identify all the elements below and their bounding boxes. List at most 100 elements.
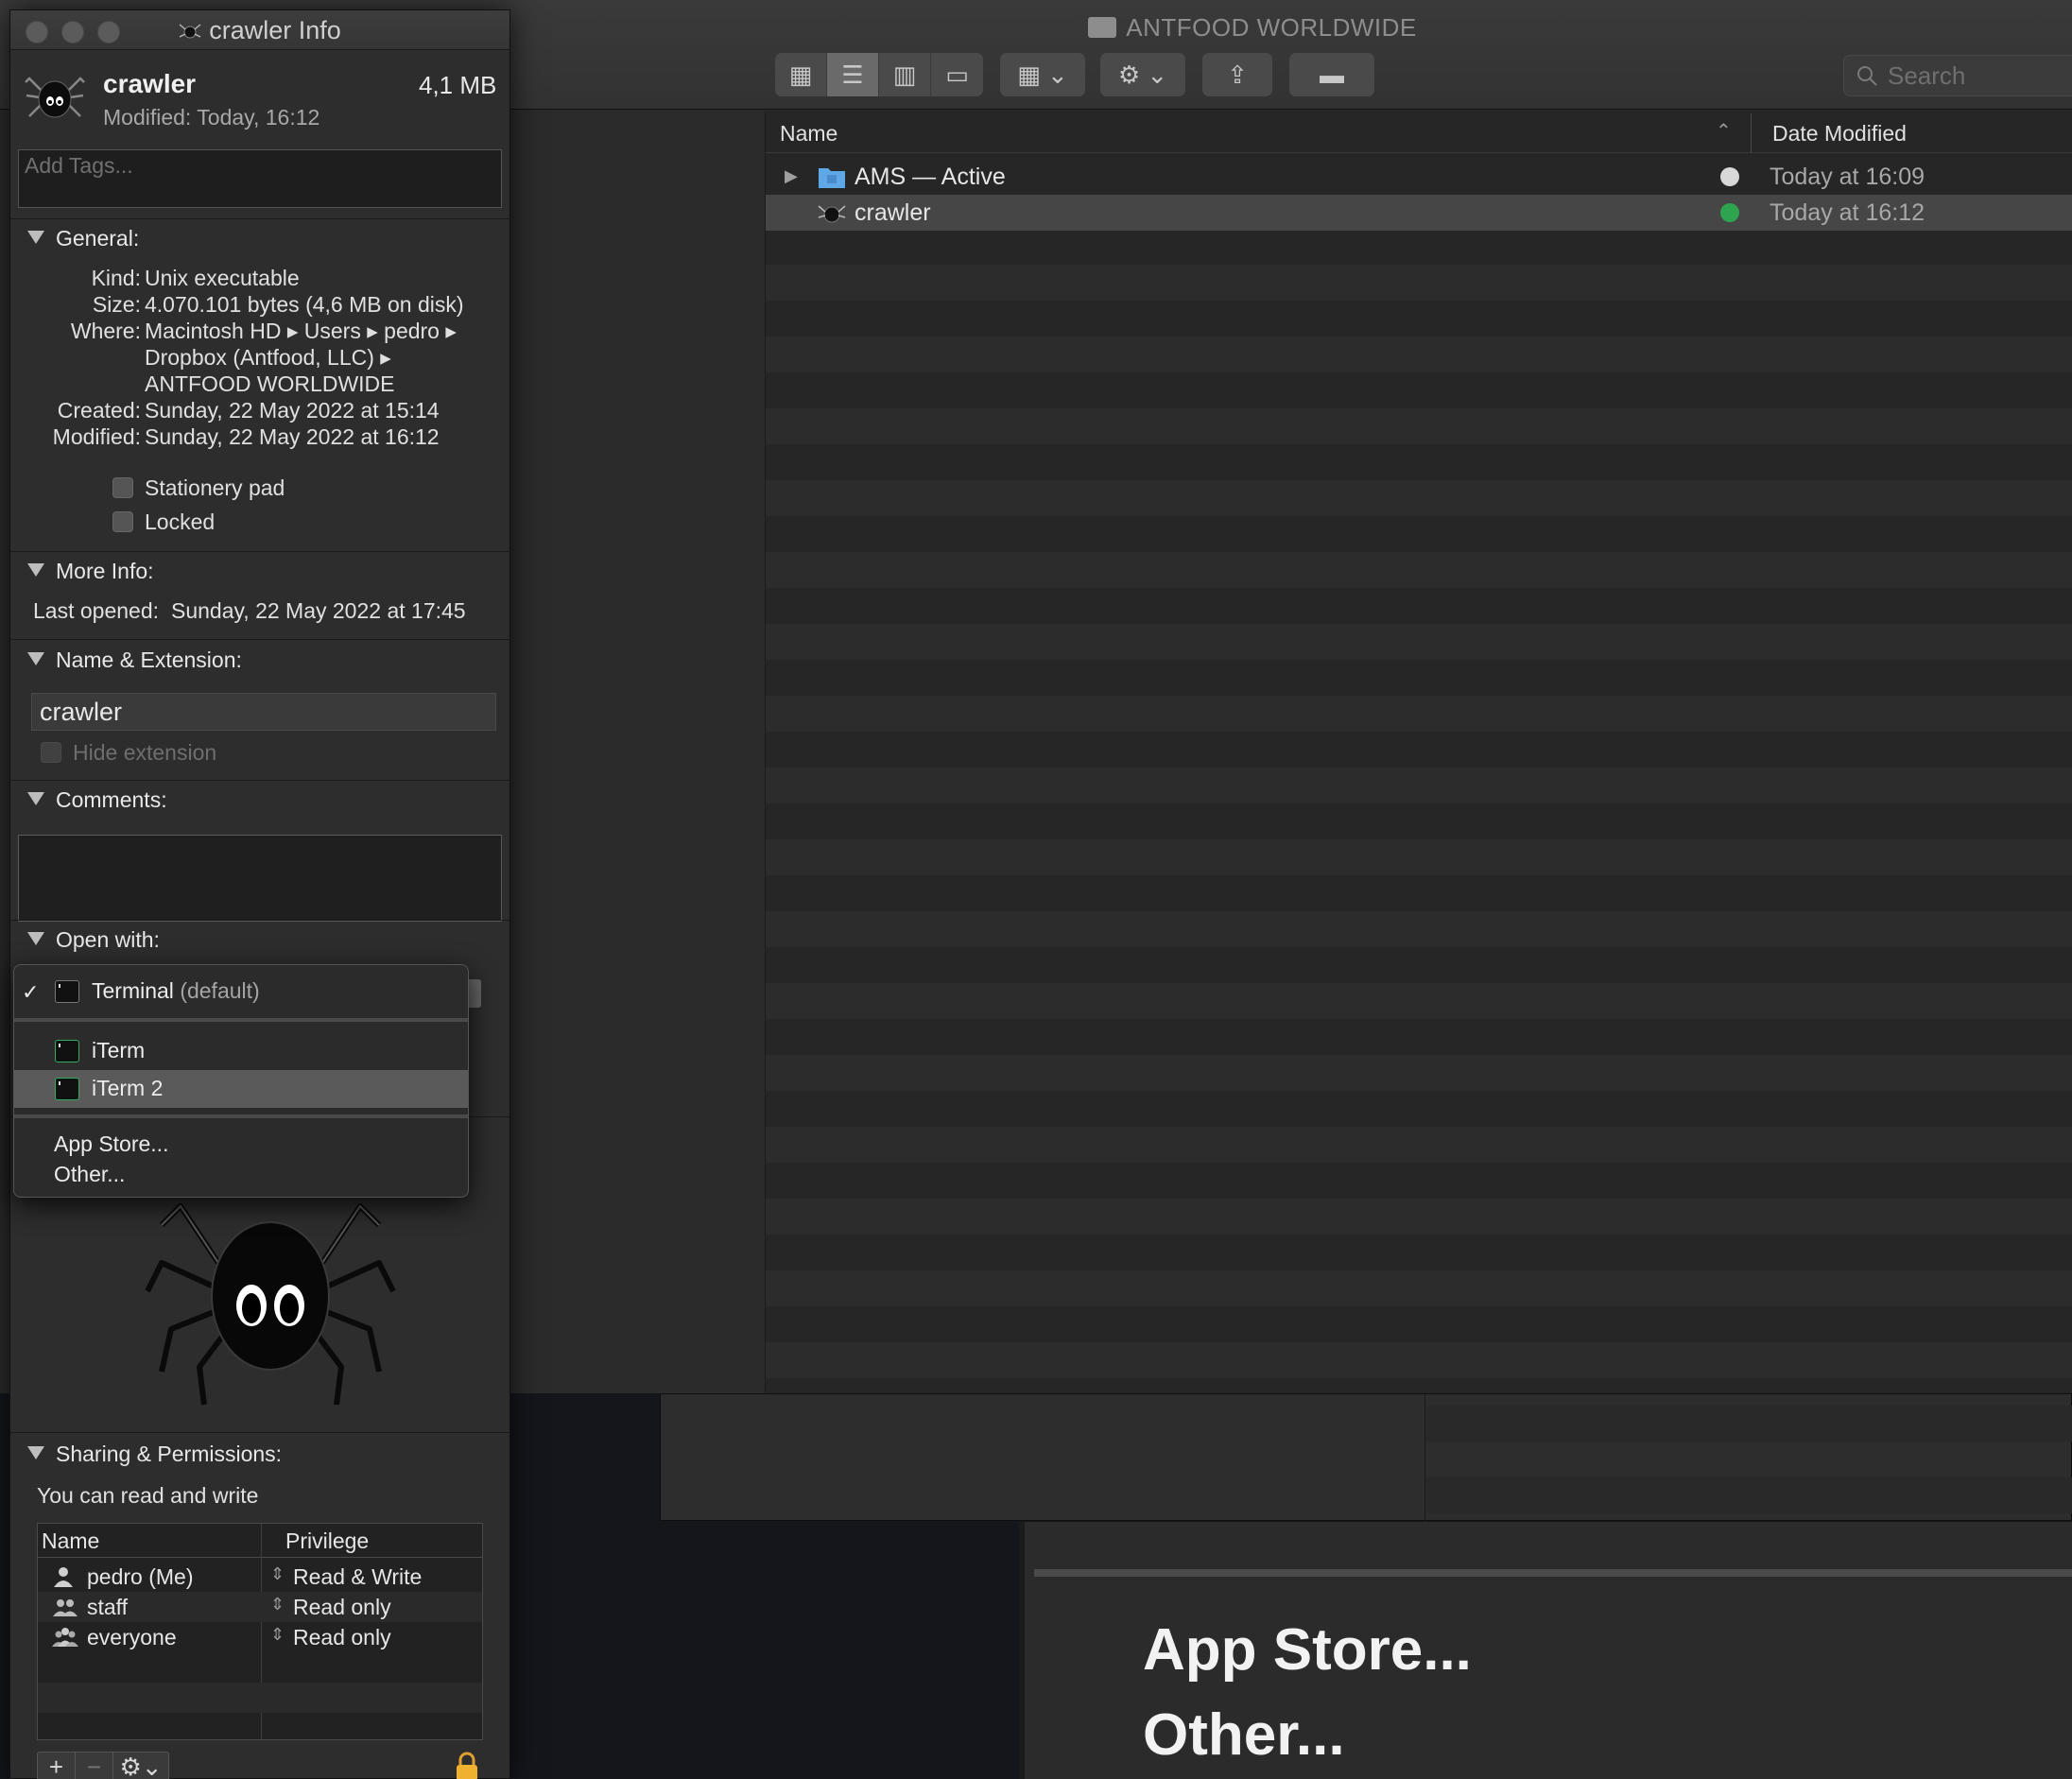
menu-item-other[interactable]: Other...: [14, 1158, 468, 1190]
icon-view-button[interactable]: ▦: [775, 53, 827, 96]
menu-separator: [1034, 1569, 2072, 1577]
permission-status: You can read and write: [37, 1483, 259, 1508]
file-row[interactable]: ▶ AMS — Active Today at 16:09: [766, 159, 2072, 195]
list-stripe: [766, 983, 2072, 1019]
section-more-info-header[interactable]: More Info:: [27, 559, 154, 584]
column-date-header[interactable]: Date Modified: [1772, 121, 1907, 147]
list-stripe: [1425, 1477, 2072, 1513]
permission-row[interactable]: pedro (Me) ⇕ Read & Write: [38, 1562, 482, 1592]
file-name: crawler: [855, 199, 931, 226]
size-value: 4.070.101 bytes (4,6 MB on disk): [145, 292, 464, 317]
comments-textarea[interactable]: [18, 835, 502, 922]
stepper-icon[interactable]: ⇕: [270, 1595, 285, 1615]
disclosure-triangle-icon[interactable]: ▶: [785, 166, 798, 186]
gallery-view-button[interactable]: ▭: [931, 53, 983, 96]
add-permission-button[interactable]: +: [38, 1753, 76, 1779]
list-stripe: [766, 911, 2072, 947]
section-divider: [10, 920, 509, 921]
search-icon: [1857, 66, 1877, 86]
permission-user-name: staff: [87, 1595, 129, 1619]
permission-privilege[interactable]: Read only: [293, 1595, 391, 1620]
menu-item-terminal[interactable]: ✓ Terminal (default): [14, 973, 468, 1010]
section-general-header[interactable]: General:: [27, 226, 139, 251]
lock-icon[interactable]: [455, 1752, 479, 1779]
stationery-pad-label: Stationery pad: [145, 475, 285, 500]
file-date: Today at 16:12: [1770, 199, 1925, 226]
list-column-header: Name ⌃ Date Modified: [766, 113, 2072, 153]
permissions-header: Name Privilege: [38, 1524, 482, 1558]
permission-row[interactable]: everyone ⇕ Read only: [38, 1622, 482, 1652]
info-window-title: crawler Info: [10, 16, 509, 45]
section-open-with-header[interactable]: Open with:: [27, 927, 160, 953]
tags-field[interactable]: Add Tags...: [18, 149, 502, 208]
remove-permission-button[interactable]: −: [76, 1753, 113, 1779]
view-mode-group: ▦ ☰ ▥ ▭: [775, 53, 983, 96]
list-stripe: [766, 1055, 2072, 1091]
where-label: Where:: [70, 319, 141, 343]
list-stripe: [766, 1270, 2072, 1306]
crawler-file-icon: [25, 77, 85, 118]
modified-summary: Modified: Today, 16:12: [103, 105, 320, 130]
column-view-button[interactable]: ▥: [879, 53, 931, 96]
permission-action-gear-button[interactable]: ⚙⌄: [113, 1753, 168, 1779]
stepper-icon[interactable]: ⇕: [270, 1625, 285, 1645]
terminal-icon: [55, 980, 79, 1003]
file-row-selected[interactable]: crawler Today at 16:12: [766, 195, 2072, 231]
empty-row: [38, 1683, 482, 1713]
permission-row[interactable]: staff ⇕ Read only: [38, 1592, 482, 1622]
list-view-button[interactable]: ☰: [827, 53, 879, 96]
info-window: crawler Info crawler 4,1 MB Modified: To…: [9, 9, 510, 1779]
permission-privilege[interactable]: Read only: [293, 1625, 391, 1650]
menu-label-terminal: Terminal: [92, 978, 174, 1003]
share-button[interactable]: ⇪: [1202, 53, 1272, 96]
menu-item-iterm[interactable]: iTerm: [14, 1032, 468, 1070]
search-field[interactable]: Search: [1843, 55, 2072, 96]
group-by-button[interactable]: ▦ ⌄: [1000, 53, 1085, 96]
list-stripe: [766, 552, 2072, 588]
spider-icon: [818, 205, 846, 223]
hide-extension-checkbox[interactable]: [41, 742, 61, 763]
where-value-3: ANTFOOD WORLDWIDE: [145, 371, 395, 396]
file-name-header: crawler: [103, 69, 197, 98]
menu-item-app-store[interactable]: App Store...: [14, 1128, 468, 1160]
locked-checkbox[interactable]: [112, 511, 133, 532]
section-name-extension-header[interactable]: Name & Extension:: [27, 648, 242, 673]
section-divider: [10, 218, 509, 219]
perm-col-name: Name: [42, 1529, 100, 1553]
section-sharing-header[interactable]: Sharing & Permissions:: [27, 1442, 282, 1467]
modified-value: Sunday, 22 May 2022 at 16:12: [145, 424, 440, 449]
disclosure-triangle-icon: [27, 563, 44, 577]
kind-label: Kind:: [91, 266, 141, 290]
disclosure-triangle-icon: [27, 652, 44, 665]
column-divider[interactable]: [1751, 113, 1752, 153]
cloud-status-icon: [1720, 167, 1739, 186]
section-comments-header[interactable]: Comments:: [27, 787, 167, 813]
everyone-icon: [52, 1628, 78, 1647]
list-stripe: [766, 337, 2072, 372]
menu-item-iterm2[interactable]: iTerm 2: [14, 1070, 468, 1108]
zoomed-menu-panel: App Store... Other...: [1019, 1522, 2072, 1779]
action-gear-button[interactable]: ⚙ ⌄: [1100, 53, 1185, 96]
spider-icon: [179, 24, 201, 39]
permission-user-name: pedro (Me): [87, 1564, 194, 1589]
modified-label: Modified:: [52, 424, 141, 449]
stepper-icon[interactable]: ⇕: [270, 1564, 285, 1584]
permission-privilege[interactable]: Read & Write: [293, 1564, 422, 1590]
disclosure-triangle-icon: [27, 932, 44, 945]
list-stripe: [766, 408, 2072, 444]
default-suffix: (default): [180, 978, 260, 1003]
list-stripe: [766, 1127, 2072, 1163]
folder-icon: [1088, 17, 1117, 38]
menu-label-iterm: iTerm: [92, 1038, 146, 1062]
iterm2-icon: [55, 1078, 79, 1100]
stationery-pad-checkbox[interactable]: [112, 477, 133, 498]
synced-check-icon: [1720, 203, 1739, 222]
created-label: Created:: [57, 398, 141, 423]
list-stripe: [766, 480, 2072, 516]
name-extension-field[interactable]: crawler: [31, 693, 496, 731]
created-value: Sunday, 22 May 2022 at 15:14: [145, 398, 440, 423]
list-stripe: [766, 1342, 2072, 1378]
column-name-header[interactable]: Name: [780, 121, 837, 147]
background-window: [660, 1393, 2072, 1522]
tags-button[interactable]: ▬: [1289, 53, 1374, 96]
